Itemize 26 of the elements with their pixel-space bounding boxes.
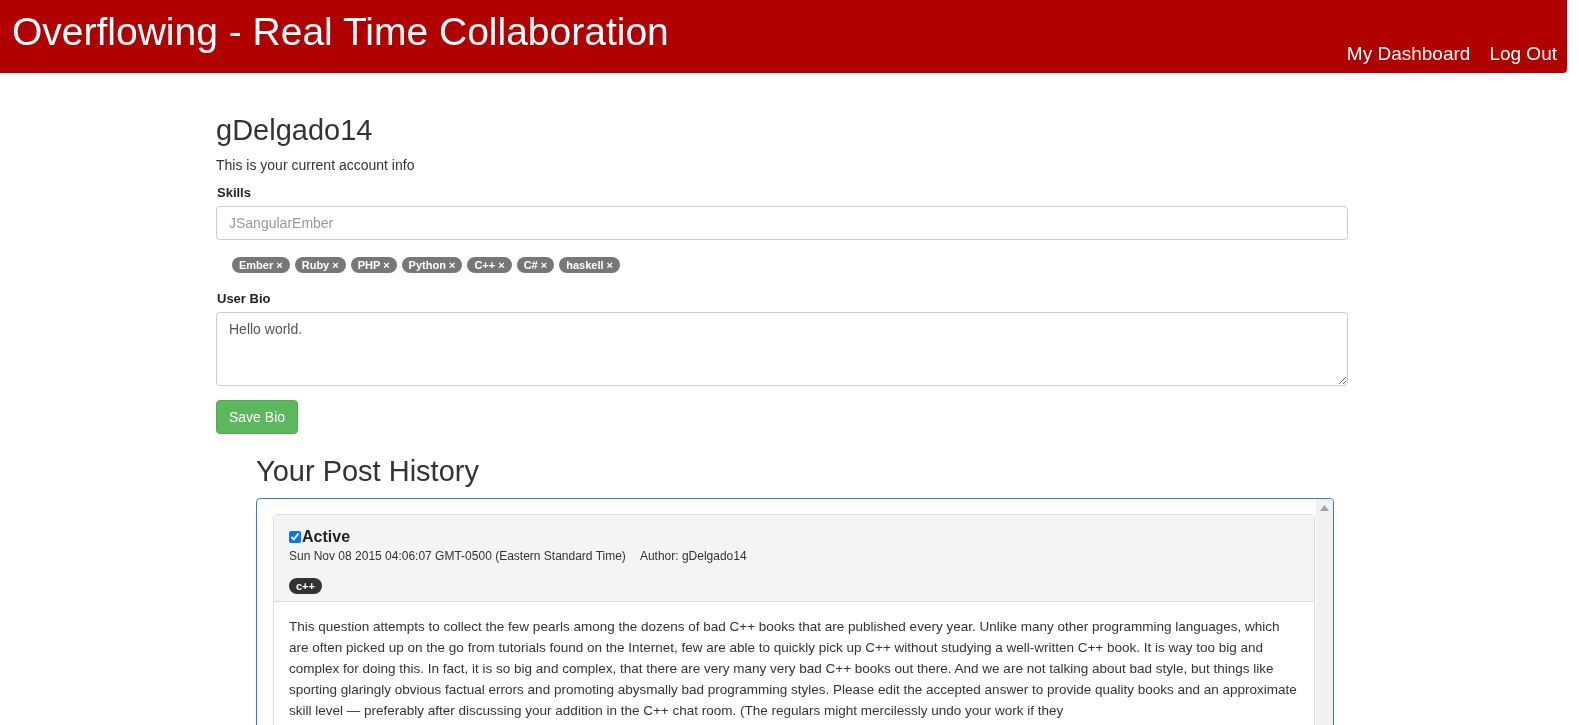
field-label: Skills	[217, 184, 251, 200]
post-author: Author: gDelgado14	[639, 548, 747, 563]
save-bio-button[interactable]: Save Bio	[216, 399, 299, 434]
site-title: Overflowing - Real Time Collaboration	[12, 12, 669, 51]
nav-link[interactable]: My Dashboard	[1346, 43, 1471, 65]
username-heading: gDelgado14	[216, 115, 373, 147]
skill-tag[interactable]: Ember ×	[232, 256, 290, 273]
section-heading: Your Post History	[256, 455, 480, 488]
active-checkbox[interactable]	[289, 530, 301, 543]
post-date: Sun Nov 08 2015 04:06:07 GMT-0500 (Eastern Standard Time)	[289, 548, 626, 563]
skills-input[interactable]: JSangularEmber	[216, 205, 1348, 240]
post-tag: c++	[289, 577, 322, 594]
scroll-up-icon[interactable]	[1320, 504, 1329, 511]
skill-tag[interactable]: haskell ×	[559, 256, 620, 273]
skill-tag[interactable]: C++ ×	[467, 256, 512, 273]
skill-tag[interactable]: Python ×	[401, 256, 463, 273]
nav-link[interactable]: Log Out	[1489, 43, 1557, 65]
bio-textarea[interactable]: Hello world.	[216, 311, 1348, 386]
intro-text: This is your current account info	[216, 156, 415, 173]
scrollbar[interactable]	[1316, 498, 1333, 725]
skill-tag[interactable]: C# ×	[516, 256, 555, 273]
status-label: Active	[302, 527, 351, 546]
field-label: User Bio	[217, 290, 271, 306]
skill-tag[interactable]: PHP ×	[350, 256, 397, 273]
skill-tag[interactable]: Ruby ×	[294, 256, 346, 273]
post-body: This question attempts to collect the few pearls among the dozens of bad C++ books that are published every year. Unlike many other programming languages, which are often picked up on the go from tutorials found on the Internet, few are able to quickly pick up C++ without studying a well-written C++ book. It is way too big and complex for doing this. In fact, it is so big and complex, that there are very many very bad C++ books out there. And we are not talking about bad style, but things like sporting glaringly obvious factual errors and promoting abysmally bad programming styles. Please edit the accepted answer to provide quality books and an approximate skill level — preferably after discussing your addition in the C++ chat room. (The regulars might mercilessly undo your work if they	[288, 617, 1298, 720]
